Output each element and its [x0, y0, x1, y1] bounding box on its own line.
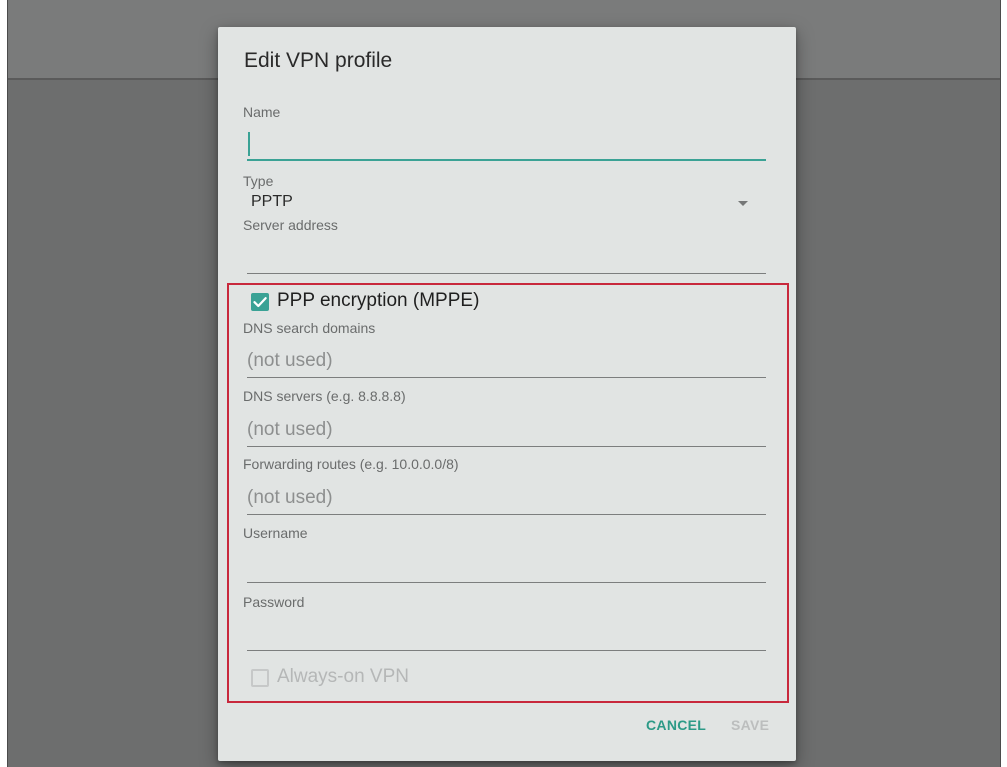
ppp-encryption-label: PPP encryption (MPPE): [277, 290, 480, 311]
username-input[interactable]: [247, 547, 766, 583]
password-underline: [247, 650, 766, 651]
dns-search-label: DNS search domains: [243, 320, 376, 336]
password-label: Password: [243, 594, 305, 610]
dns-servers-placeholder: (not used): [247, 419, 333, 440]
forwarding-routes-placeholder: (not used): [247, 487, 333, 508]
server-address-input[interactable]: [247, 239, 766, 275]
dns-servers-underline: [247, 446, 766, 447]
dropdown-arrow-icon: [738, 201, 748, 206]
dns-search-input[interactable]: (not used): [247, 345, 766, 378]
ppp-encryption-checkbox[interactable]: [251, 293, 269, 311]
always-on-vpn-checkbox[interactable]: [251, 669, 269, 687]
username-label: Username: [243, 525, 308, 541]
dns-search-underline: [247, 377, 766, 378]
dns-servers-label: DNS servers (e.g. 8.8.8.8): [243, 388, 406, 404]
server-address-underline: [247, 273, 766, 274]
username-underline: [247, 582, 766, 583]
dialog-title: Edit VPN profile: [244, 49, 393, 72]
forwarding-routes-label: Forwarding routes (e.g. 10.0.0.0/8): [243, 456, 459, 472]
edit-vpn-dialog: Edit VPN profile Name Type PPTP Server a…: [218, 27, 796, 761]
server-address-label: Server address: [243, 217, 338, 233]
type-label: Type: [243, 173, 274, 189]
password-input[interactable]: [247, 615, 766, 651]
always-on-vpn-label: Always-on VPN: [277, 666, 409, 687]
ppp-encryption-checkbox-row[interactable]: PPP encryption (MPPE): [251, 290, 531, 314]
name-label: Name: [243, 104, 281, 120]
save-button[interactable]: SAVE: [731, 717, 769, 733]
always-on-vpn-row[interactable]: Always-on VPN: [251, 666, 471, 690]
type-selected-value: PPTP: [251, 193, 293, 210]
check-icon: [253, 297, 267, 308]
name-input[interactable]: [247, 127, 766, 161]
type-select[interactable]: PPTP: [243, 189, 768, 215]
forwarding-routes-input[interactable]: (not used): [247, 482, 766, 515]
name-input-underline: [247, 159, 766, 161]
cancel-button[interactable]: CANCEL: [646, 717, 706, 733]
forwarding-routes-underline: [247, 514, 766, 515]
dns-servers-input[interactable]: (not used): [247, 414, 766, 447]
dns-search-placeholder: (not used): [247, 350, 333, 371]
